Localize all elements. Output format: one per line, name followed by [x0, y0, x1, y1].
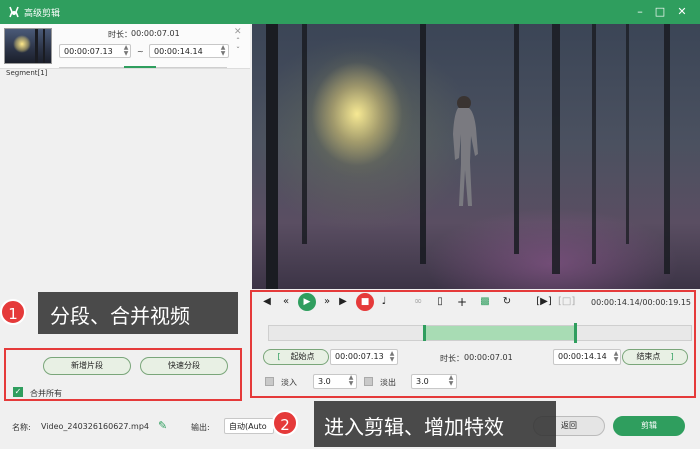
segment-start-value: 00:00:07.13 — [64, 47, 113, 56]
window-title: 高级剪辑 — [24, 9, 61, 19]
segment-end-value: 00:00:14.14 — [154, 47, 203, 56]
tree-trunk — [514, 24, 519, 254]
segment-end-spinner-icon[interactable]: ▲ ▼ — [219, 45, 227, 57]
output-select[interactable]: 自动(Auto — [224, 418, 274, 434]
segment-end-field[interactable]: 00:00:14.14 — [149, 44, 229, 58]
clip-button[interactable]: 剪辑 — [613, 416, 685, 436]
callout-2: 进入剪辑、增加特效 — [314, 401, 556, 447]
segment-label: Segment[1] — [6, 69, 48, 77]
callout-2-number: 2 — [272, 410, 298, 436]
segment-remove-icon[interactable]: ✕ — [234, 27, 242, 37]
minimize-icon[interactable]: – — [632, 4, 648, 20]
segment-range-separator: ~ — [137, 47, 144, 56]
segment-duration-label: 时长： — [108, 30, 132, 39]
video-preview[interactable] — [252, 24, 700, 289]
segment-start-spinner-icon[interactable]: ▲ ▼ — [122, 45, 130, 57]
segment-duration-value: 00:00:07.01 — [131, 29, 180, 38]
segment-progress — [124, 66, 156, 68]
tree-trunk — [420, 24, 426, 264]
callout-2-text: 进入剪辑、增加特效 — [324, 415, 504, 439]
tree-trunk — [302, 24, 307, 244]
tree-trunk — [552, 24, 560, 274]
callout-1: 分段、合并视频 — [38, 292, 238, 334]
segment-thumbnail[interactable] — [4, 28, 52, 64]
close-icon[interactable]: ✕ — [674, 4, 690, 20]
title-bar: 高级剪辑 – □ ✕ — [0, 0, 700, 24]
filename: Video_240326160627.mp4 — [41, 422, 149, 431]
tree-trunk — [592, 24, 596, 264]
segment-reorder-icon[interactable]: ⌃ ⌄ — [234, 38, 242, 50]
annotation-box-controls — [250, 290, 696, 398]
maximize-icon[interactable]: □ — [652, 4, 668, 20]
output-value: 自动(Auto — [229, 422, 267, 431]
thumbnail-tree — [35, 29, 38, 63]
name-label: 名称: — [12, 423, 31, 432]
segment-start-field[interactable]: 00:00:07.13 — [59, 44, 131, 58]
tree-trunk — [664, 24, 670, 274]
app-logo-icon — [9, 6, 19, 18]
annotation-box-merge — [4, 348, 242, 401]
tree-trunk — [626, 24, 629, 244]
callout-1-text: 分段、合并视频 — [50, 304, 190, 328]
output-label: 输出: — [191, 423, 210, 432]
thumbnail-glow — [13, 35, 31, 53]
tree-trunk — [266, 24, 278, 289]
thumbnail-tree — [43, 29, 45, 63]
callout-1-number: 1 — [0, 299, 26, 325]
person-silhouette — [453, 96, 478, 206]
edit-name-icon[interactable]: ✎ — [158, 419, 167, 432]
